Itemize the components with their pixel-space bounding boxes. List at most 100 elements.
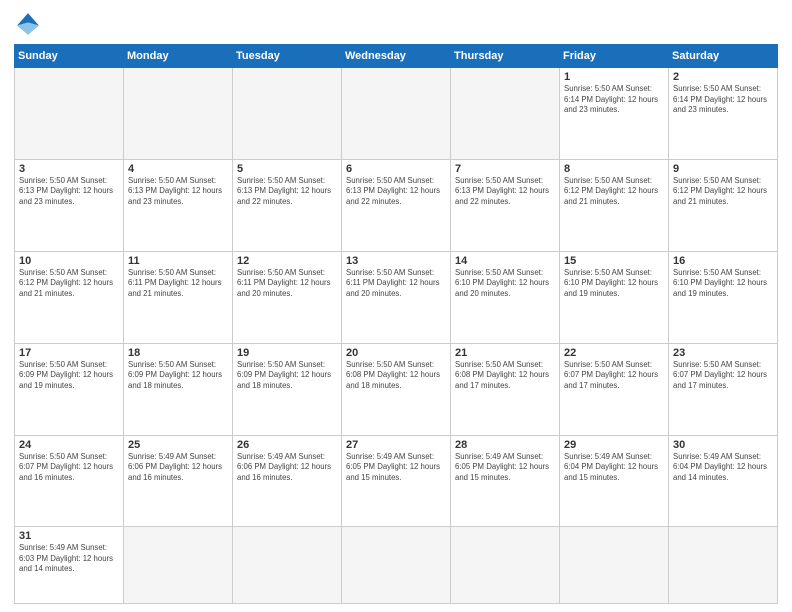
calendar-cell: 20Sunrise: 5:50 AM Sunset: 6:08 PM Dayli… (342, 343, 451, 435)
week-row-1: 3 Sunrise: 5:50 AM Sunset: 6:13 PM Daylig… (15, 159, 778, 251)
calendar-cell: 31Sunrise: 5:49 AM Sunset: 6:03 PM Dayli… (15, 527, 124, 604)
day-number: 4 (128, 163, 228, 175)
day-info: Sunrise: 5:50 AM Sunset: 6:10 PM Dayligh… (564, 268, 664, 300)
day-number: 8 (564, 163, 664, 175)
week-row-3: 17Sunrise: 5:50 AM Sunset: 6:09 PM Dayli… (15, 343, 778, 435)
day-header-thursday: Thursday (451, 45, 560, 68)
day-number: 17 (19, 347, 119, 359)
day-number: 9 (673, 163, 773, 175)
calendar-table: SundayMondayTuesdayWednesdayThursdayFrid… (14, 44, 778, 604)
day-info: Sunrise: 5:49 AM Sunset: 6:04 PM Dayligh… (564, 452, 664, 484)
day-info: Sunrise: 5:50 AM Sunset: 6:14 PM Dayligh… (564, 84, 664, 116)
calendar-cell: 15Sunrise: 5:50 AM Sunset: 6:10 PM Dayli… (560, 251, 669, 343)
week-row-2: 10Sunrise: 5:50 AM Sunset: 6:12 PM Dayli… (15, 251, 778, 343)
day-info: Sunrise: 5:50 AM Sunset: 6:14 PM Dayligh… (673, 84, 773, 116)
calendar-cell: 23Sunrise: 5:50 AM Sunset: 6:07 PM Dayli… (669, 343, 778, 435)
day-info: Sunrise: 5:49 AM Sunset: 6:06 PM Dayligh… (128, 452, 228, 484)
day-header-saturday: Saturday (669, 45, 778, 68)
day-info: Sunrise: 5:50 AM Sunset: 6:07 PM Dayligh… (673, 360, 773, 392)
day-info: Sunrise: 5:50 AM Sunset: 6:09 PM Dayligh… (128, 360, 228, 392)
calendar-cell: 5Sunrise: 5:50 AM Sunset: 6:13 PM Daylig… (233, 159, 342, 251)
day-number: 28 (455, 439, 555, 451)
calendar-cell: 16Sunrise: 5:50 AM Sunset: 6:10 PM Dayli… (669, 251, 778, 343)
day-info: Sunrise: 5:50 AM Sunset: 6:13 PM Dayligh… (346, 176, 446, 208)
calendar-cell: 17Sunrise: 5:50 AM Sunset: 6:09 PM Dayli… (15, 343, 124, 435)
calendar-cell: 7Sunrise: 5:50 AM Sunset: 6:13 PM Daylig… (451, 159, 560, 251)
calendar-cell (233, 68, 342, 160)
day-info: Sunrise: 5:50 AM Sunset: 6:09 PM Dayligh… (237, 360, 337, 392)
day-number: 18 (128, 347, 228, 359)
calendar-cell: 1Sunrise: 5:50 AM Sunset: 6:14 PM Daylig… (560, 68, 669, 160)
day-info: Sunrise: 5:50 AM Sunset: 6:10 PM Dayligh… (455, 268, 555, 300)
day-header-tuesday: Tuesday (233, 45, 342, 68)
day-number: 12 (237, 255, 337, 267)
day-header-wednesday: Wednesday (342, 45, 451, 68)
calendar-cell: 6Sunrise: 5:50 AM Sunset: 6:13 PM Daylig… (342, 159, 451, 251)
day-header-monday: Monday (124, 45, 233, 68)
calendar-cell: 29Sunrise: 5:49 AM Sunset: 6:04 PM Dayli… (560, 435, 669, 527)
calendar-cell (560, 527, 669, 604)
calendar-cell (451, 527, 560, 604)
day-info: Sunrise: 5:50 AM Sunset: 6:12 PM Dayligh… (19, 268, 119, 300)
calendar-cell (124, 68, 233, 160)
calendar-cell: 8Sunrise: 5:50 AM Sunset: 6:12 PM Daylig… (560, 159, 669, 251)
calendar-cell: 18Sunrise: 5:50 AM Sunset: 6:09 PM Dayli… (124, 343, 233, 435)
calendar-cell: 25Sunrise: 5:49 AM Sunset: 6:06 PM Dayli… (124, 435, 233, 527)
day-number: 3 (19, 163, 119, 175)
day-info: Sunrise: 5:49 AM Sunset: 6:05 PM Dayligh… (346, 452, 446, 484)
calendar-cell: 13Sunrise: 5:50 AM Sunset: 6:11 PM Dayli… (342, 251, 451, 343)
calendar-cell (15, 68, 124, 160)
calendar-cell (669, 527, 778, 604)
day-info: Sunrise: 5:50 AM Sunset: 6:13 PM Dayligh… (128, 176, 228, 208)
day-header-friday: Friday (560, 45, 669, 68)
day-number: 20 (346, 347, 446, 359)
calendar-cell: 12Sunrise: 5:50 AM Sunset: 6:11 PM Dayli… (233, 251, 342, 343)
day-header-sunday: Sunday (15, 45, 124, 68)
day-info: Sunrise: 5:50 AM Sunset: 6:11 PM Dayligh… (237, 268, 337, 300)
day-number: 27 (346, 439, 446, 451)
calendar-cell: 30Sunrise: 5:49 AM Sunset: 6:04 PM Dayli… (669, 435, 778, 527)
day-number: 1 (564, 71, 664, 83)
day-number: 16 (673, 255, 773, 267)
page: SundayMondayTuesdayWednesdayThursdayFrid… (0, 0, 792, 612)
day-info: Sunrise: 5:50 AM Sunset: 6:08 PM Dayligh… (346, 360, 446, 392)
day-number: 22 (564, 347, 664, 359)
day-number: 24 (19, 439, 119, 451)
day-info: Sunrise: 5:50 AM Sunset: 6:10 PM Dayligh… (673, 268, 773, 300)
day-info: Sunrise: 5:50 AM Sunset: 6:09 PM Dayligh… (19, 360, 119, 392)
day-number: 13 (346, 255, 446, 267)
day-number: 7 (455, 163, 555, 175)
calendar-cell: 2Sunrise: 5:50 AM Sunset: 6:14 PM Daylig… (669, 68, 778, 160)
day-number: 19 (237, 347, 337, 359)
calendar-cell: 19Sunrise: 5:50 AM Sunset: 6:09 PM Dayli… (233, 343, 342, 435)
calendar-cell (342, 527, 451, 604)
day-number: 30 (673, 439, 773, 451)
day-info: Sunrise: 5:50 AM Sunset: 6:11 PM Dayligh… (346, 268, 446, 300)
day-number: 25 (128, 439, 228, 451)
day-info: Sunrise: 5:50 AM Sunset: 6:07 PM Dayligh… (564, 360, 664, 392)
day-info: Sunrise: 5:49 AM Sunset: 6:03 PM Dayligh… (19, 543, 119, 575)
calendar-cell: 28Sunrise: 5:49 AM Sunset: 6:05 PM Dayli… (451, 435, 560, 527)
day-info: Sunrise: 5:49 AM Sunset: 6:06 PM Dayligh… (237, 452, 337, 484)
day-number: 2 (673, 71, 773, 83)
day-info: Sunrise: 5:50 AM Sunset: 6:12 PM Dayligh… (673, 176, 773, 208)
day-info: Sunrise: 5:50 AM Sunset: 6:13 PM Dayligh… (455, 176, 555, 208)
day-info: Sunrise: 5:50 AM Sunset: 6:11 PM Dayligh… (128, 268, 228, 300)
logo-icon (14, 10, 42, 38)
week-row-0: 1Sunrise: 5:50 AM Sunset: 6:14 PM Daylig… (15, 68, 778, 160)
day-number: 31 (19, 530, 119, 542)
days-header-row: SundayMondayTuesdayWednesdayThursdayFrid… (15, 45, 778, 68)
day-number: 6 (346, 163, 446, 175)
day-info: Sunrise: 5:49 AM Sunset: 6:04 PM Dayligh… (673, 452, 773, 484)
day-number: 14 (455, 255, 555, 267)
day-info: Sunrise: 5:50 AM Sunset: 6:13 PM Dayligh… (237, 176, 337, 208)
day-info: Sunrise: 5:50 AM Sunset: 6:08 PM Dayligh… (455, 360, 555, 392)
calendar-cell: 4Sunrise: 5:50 AM Sunset: 6:13 PM Daylig… (124, 159, 233, 251)
day-number: 15 (564, 255, 664, 267)
calendar-cell: 26Sunrise: 5:49 AM Sunset: 6:06 PM Dayli… (233, 435, 342, 527)
day-number: 5 (237, 163, 337, 175)
calendar-cell: 27Sunrise: 5:49 AM Sunset: 6:05 PM Dayli… (342, 435, 451, 527)
day-number: 26 (237, 439, 337, 451)
day-number: 23 (673, 347, 773, 359)
day-info: Sunrise: 5:49 AM Sunset: 6:05 PM Dayligh… (455, 452, 555, 484)
